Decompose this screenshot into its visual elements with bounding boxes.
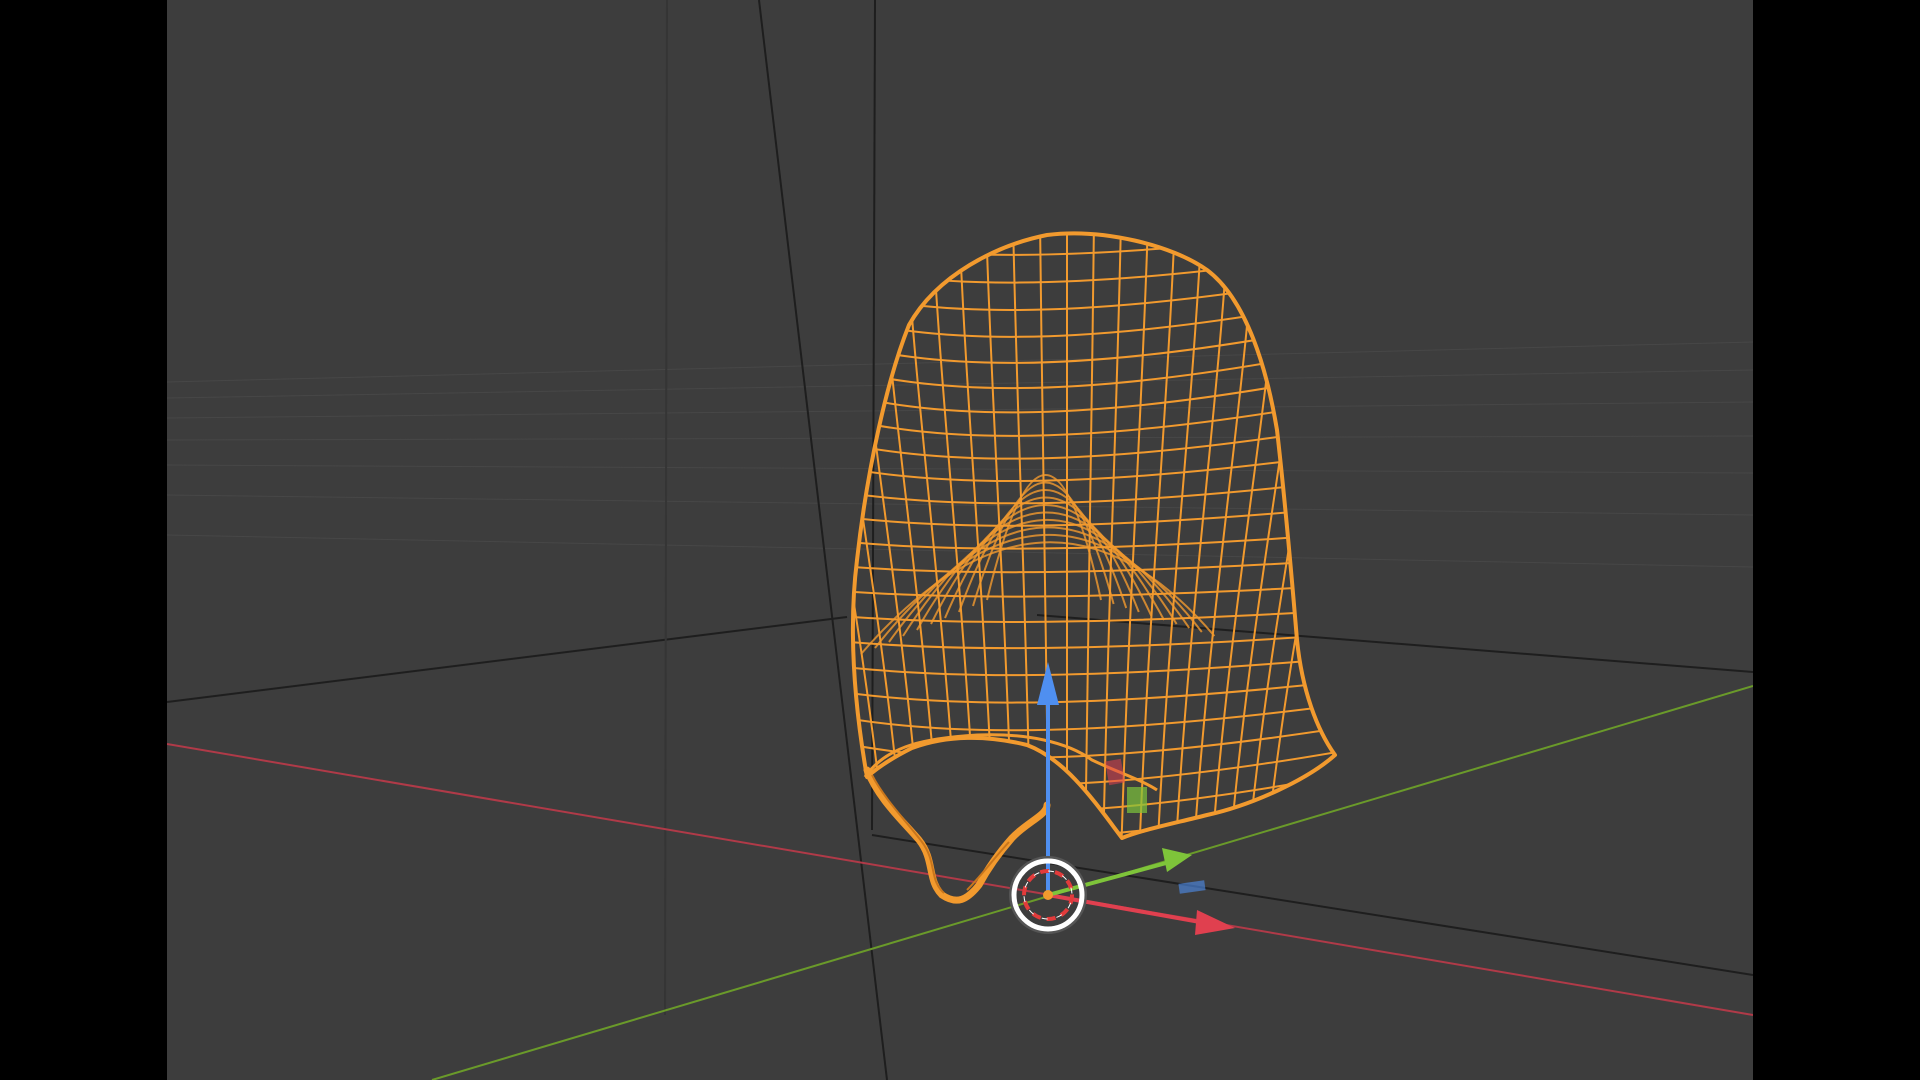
wire-edge-vertical [1174,233,1230,839]
origin-dot [1043,890,1053,900]
scene-edge-line [871,834,1753,976]
wire-edge-horizontal [852,425,1335,460]
x-arrow-icon[interactable] [1195,910,1235,935]
3d-viewport[interactable] [167,0,1753,1080]
grid-line [167,494,1753,516]
wire-edge-horizontal [852,584,1335,598]
xz-plane-handle[interactable] [1127,787,1147,813]
wire-edge-vertical [1264,233,1335,839]
hood-outline[interactable] [850,231,1337,840]
scene-edge-line [871,0,876,831]
wire-edge-horizontal [852,251,1335,284]
y-arrow-icon[interactable] [1162,848,1192,872]
wire-edge-horizontal [852,506,1335,527]
grid-line [167,464,1753,474]
wire-edge-horizontal [852,558,1335,574]
hood-drawstring[interactable] [863,766,1051,904]
scene-edge-line [167,616,848,703]
scene-edge-line [758,0,888,1080]
hood-mesh-wireframe[interactable] [797,220,1364,904]
wire-edge-vertical [1156,233,1203,839]
x-axis-line [167,743,1753,1016]
scene-edge-line [1036,614,1753,673]
wire-edge-horizontal [852,322,1335,364]
scene-faint-line [664,0,668,1016]
scene-faint-edges [664,0,668,1016]
screen [0,0,1920,1080]
grid-line [167,435,1753,441]
grid-line [167,369,1753,399]
3d-cursor[interactable] [1009,856,1087,934]
wire-edge-horizontal [852,633,1335,650]
wire-edge-horizontal [852,797,1335,839]
z-arrow-icon[interactable] [1037,662,1059,705]
viewport-scene[interactable] [167,0,1753,1080]
wire-edge-vertical [931,233,978,839]
xy-plane-handle[interactable] [1178,880,1206,894]
wire-edge-horizontal [852,452,1335,483]
floor-grid [167,341,1753,568]
wire-edge-inner [860,541,1216,655]
